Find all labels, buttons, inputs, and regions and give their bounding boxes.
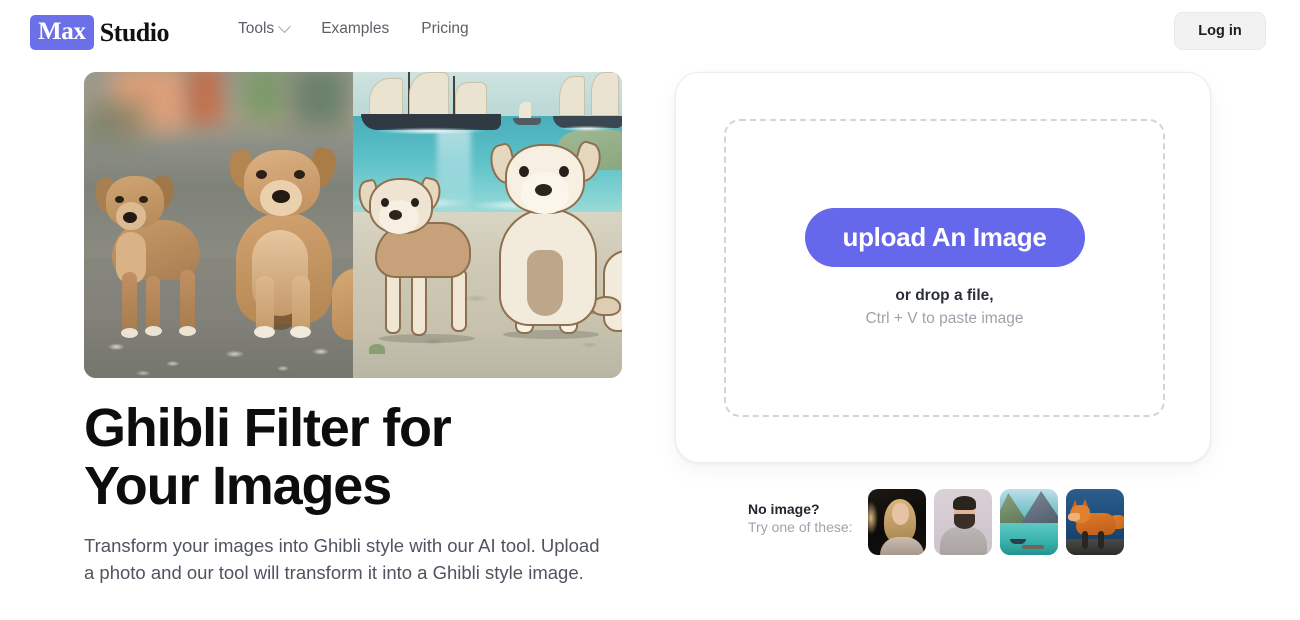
ghibli-ship-1-sail-1 [369,78,403,116]
ghibli-ship-1-sail-3 [455,82,487,116]
ghibli-ship-2-sail-1 [559,76,585,116]
thumb-fox-snout [1068,513,1080,521]
photo-puppy-left-paw-1 [121,328,138,338]
nav-item-tools[interactable]: Tools [238,19,292,38]
photo-puppy-right-eye-right [294,170,305,179]
login-button[interactable]: Log in [1174,12,1266,50]
sample-images-title: No image? [748,501,820,517]
ghibli-dog-partial-right [603,250,622,332]
ghibli-dog-left-shadow [379,334,475,343]
thumb-mountain-2 [1020,491,1058,525]
logo-word: Studio [99,17,170,47]
ghibli-ship-2-sail-2 [591,72,619,116]
thumb-dock [1022,545,1044,549]
ghibli-dog-right-chest-marking [527,250,563,316]
ghibli-ship-2-wake [549,124,622,133]
thumb-face [892,503,909,525]
photo-puppy-left-eye-left [115,196,124,203]
main-nav: Tools Examples Pricing [238,19,469,38]
file-dropzone[interactable]: upload An Image or drop a file, Ctrl + V… [724,119,1165,417]
thumb-shoulders [880,537,924,555]
sample-thumbnail-list [868,489,1124,555]
hero-before-after-image [84,72,622,378]
ghibli-ship-3-sail [519,102,531,119]
sample-images-section: No image? Try one of these: [748,489,1124,555]
photo-puppy-left-leg-1 [122,272,137,334]
thumb-torso [940,527,987,555]
upload-image-button[interactable]: upload An Image [804,208,1085,267]
thumb-beard [954,514,975,529]
ghibli-ship-1-wake [353,126,509,136]
ghibli-grass-1 [369,344,385,354]
thumb-fox-leg-1 [1082,531,1088,549]
photo-puppy-left-paw-3 [179,326,196,336]
upload-card: upload An Image or drop a file, Ctrl + V… [675,72,1211,463]
photo-bokeh-2 [188,72,222,124]
photo-puppy-right-nose [272,190,290,203]
page-subtitle: Transform your images into Ghibli style … [84,534,600,583]
ghibli-dog-left-eye-right [411,198,419,207]
photo-puppy-left-leg-3 [180,270,195,332]
chevron-down-icon [278,19,292,33]
hero-before-photo [84,72,353,378]
site-header: Max Studio Tools Examples Pricing Log in [0,0,1300,62]
photo-bokeh-5 [84,102,144,142]
thumb-fox-leg-2 [1098,531,1104,549]
nav-item-pricing-label: Pricing [421,20,469,37]
ghibli-dog-left-eye-left [381,198,389,207]
photo-puppy-right-eye-left [256,170,267,179]
ghibli-ship-1-sail-2 [409,72,449,116]
drop-file-hint: or drop a file, [895,286,994,304]
thumb-mountain-1 [1000,493,1028,523]
page-title: Ghibli Filter for Your Images [84,398,452,516]
thumb-boat [1010,539,1026,544]
photo-puppy-right-paw-2 [290,326,311,338]
ghibli-dog-right-nose [535,184,552,196]
ghibli-dog-left-nose [389,210,402,220]
nav-item-examples[interactable]: Examples [321,20,389,38]
sample-images-subtitle: Try one of these: [748,519,853,535]
hero-left-column: Ghibli Filter for Your Images Transform … [84,72,622,586]
thumb-rock [1066,539,1124,555]
sample-thumbnail-blonde-woman-portrait[interactable] [868,489,926,555]
hero-after-ghibli [353,72,622,378]
nav-item-tools-label: Tools [238,20,275,37]
logo-badge: Max [30,15,94,50]
nav-item-pricing[interactable]: Pricing [421,20,468,38]
thumb-rim-light [868,495,880,541]
logo[interactable]: Max Studio [30,15,169,50]
sample-thumbnail-turquoise-mountain-lake[interactable] [1000,489,1058,555]
ghibli-dog-left-leg-1 [385,270,401,334]
photo-puppy-right-paw-1 [254,326,275,338]
photo-puppy-left-paw-2 [145,326,162,336]
ghibli-dog-right-eye-right [559,166,569,177]
ghibli-ship-3-hull [513,118,541,125]
sample-images-label: No image? Try one of these: [748,489,854,535]
sample-thumbnail-red-fox[interactable] [1066,489,1124,555]
sample-thumbnail-bearded-man-portrait[interactable] [934,489,992,555]
nav-item-examples-label: Examples [321,20,390,37]
thumb-lake-water [1000,523,1058,555]
paste-image-hint: Ctrl + V to paste image [865,309,1024,327]
photo-bokeh-4 [292,72,348,128]
photo-bokeh-3 [242,72,284,122]
photo-puppy-left-eye-right [139,196,148,203]
thumb-hair [953,496,976,510]
ghibli-dog-left-leg-2 [411,272,427,336]
ghibli-dog-right-eye-left [519,166,529,177]
photo-puppy-left-nose [123,212,137,223]
